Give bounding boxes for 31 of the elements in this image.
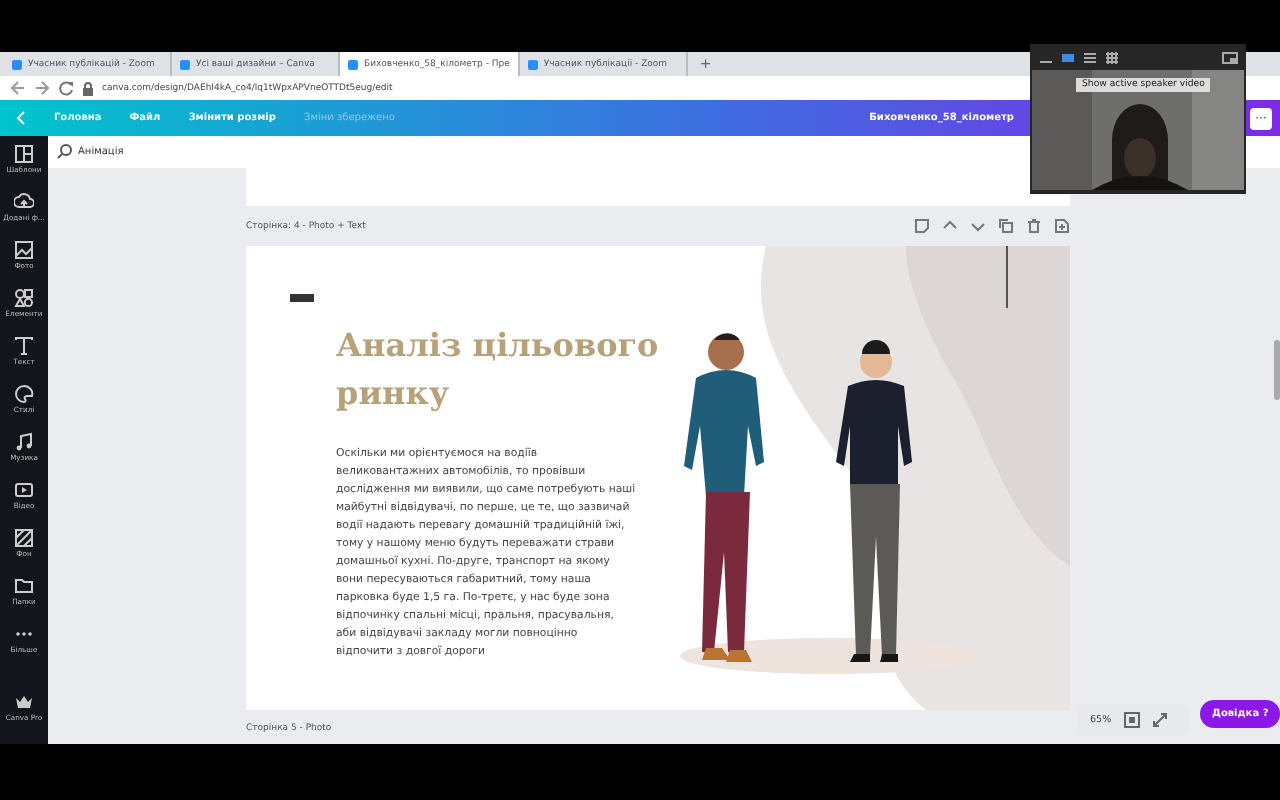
chevron-up-icon[interactable] bbox=[942, 218, 958, 234]
folder-icon bbox=[13, 576, 34, 596]
trash-icon[interactable] bbox=[1026, 218, 1042, 234]
crown-icon bbox=[13, 692, 34, 712]
speaker-view-icon[interactable] bbox=[1060, 51, 1076, 63]
palette-icon bbox=[13, 384, 34, 404]
fullscreen-icon[interactable] bbox=[1151, 712, 1168, 728]
image-icon bbox=[14, 240, 34, 260]
lock-icon bbox=[82, 81, 94, 95]
scrollbar-thumb bbox=[1274, 340, 1280, 400]
divider-line bbox=[1006, 246, 1008, 308]
music-note-icon bbox=[13, 432, 34, 452]
reload-icon[interactable] bbox=[58, 80, 74, 96]
forward-icon[interactable] bbox=[34, 80, 50, 96]
grid-view-icon[interactable] bbox=[1123, 712, 1140, 728]
strip-view-icon[interactable] bbox=[1082, 51, 1098, 63]
back-icon[interactable] bbox=[10, 80, 26, 96]
shapes-icon bbox=[13, 288, 34, 308]
add-page-icon[interactable] bbox=[1054, 218, 1070, 234]
copy-icon[interactable] bbox=[998, 218, 1014, 234]
chevron-down-icon[interactable] bbox=[970, 218, 986, 234]
text-icon bbox=[14, 336, 34, 356]
slide-title: Аналіз цільового ринку bbox=[336, 324, 661, 416]
cloud-upload-icon bbox=[14, 192, 34, 212]
layout-icon bbox=[13, 144, 34, 164]
dash-mark bbox=[290, 294, 314, 302]
pattern-icon bbox=[14, 528, 34, 548]
note-icon[interactable] bbox=[914, 218, 930, 234]
video-icon bbox=[13, 480, 34, 500]
exit-fullscreen-icon[interactable] bbox=[1222, 51, 1238, 63]
gallery-view-icon[interactable] bbox=[1104, 51, 1120, 63]
